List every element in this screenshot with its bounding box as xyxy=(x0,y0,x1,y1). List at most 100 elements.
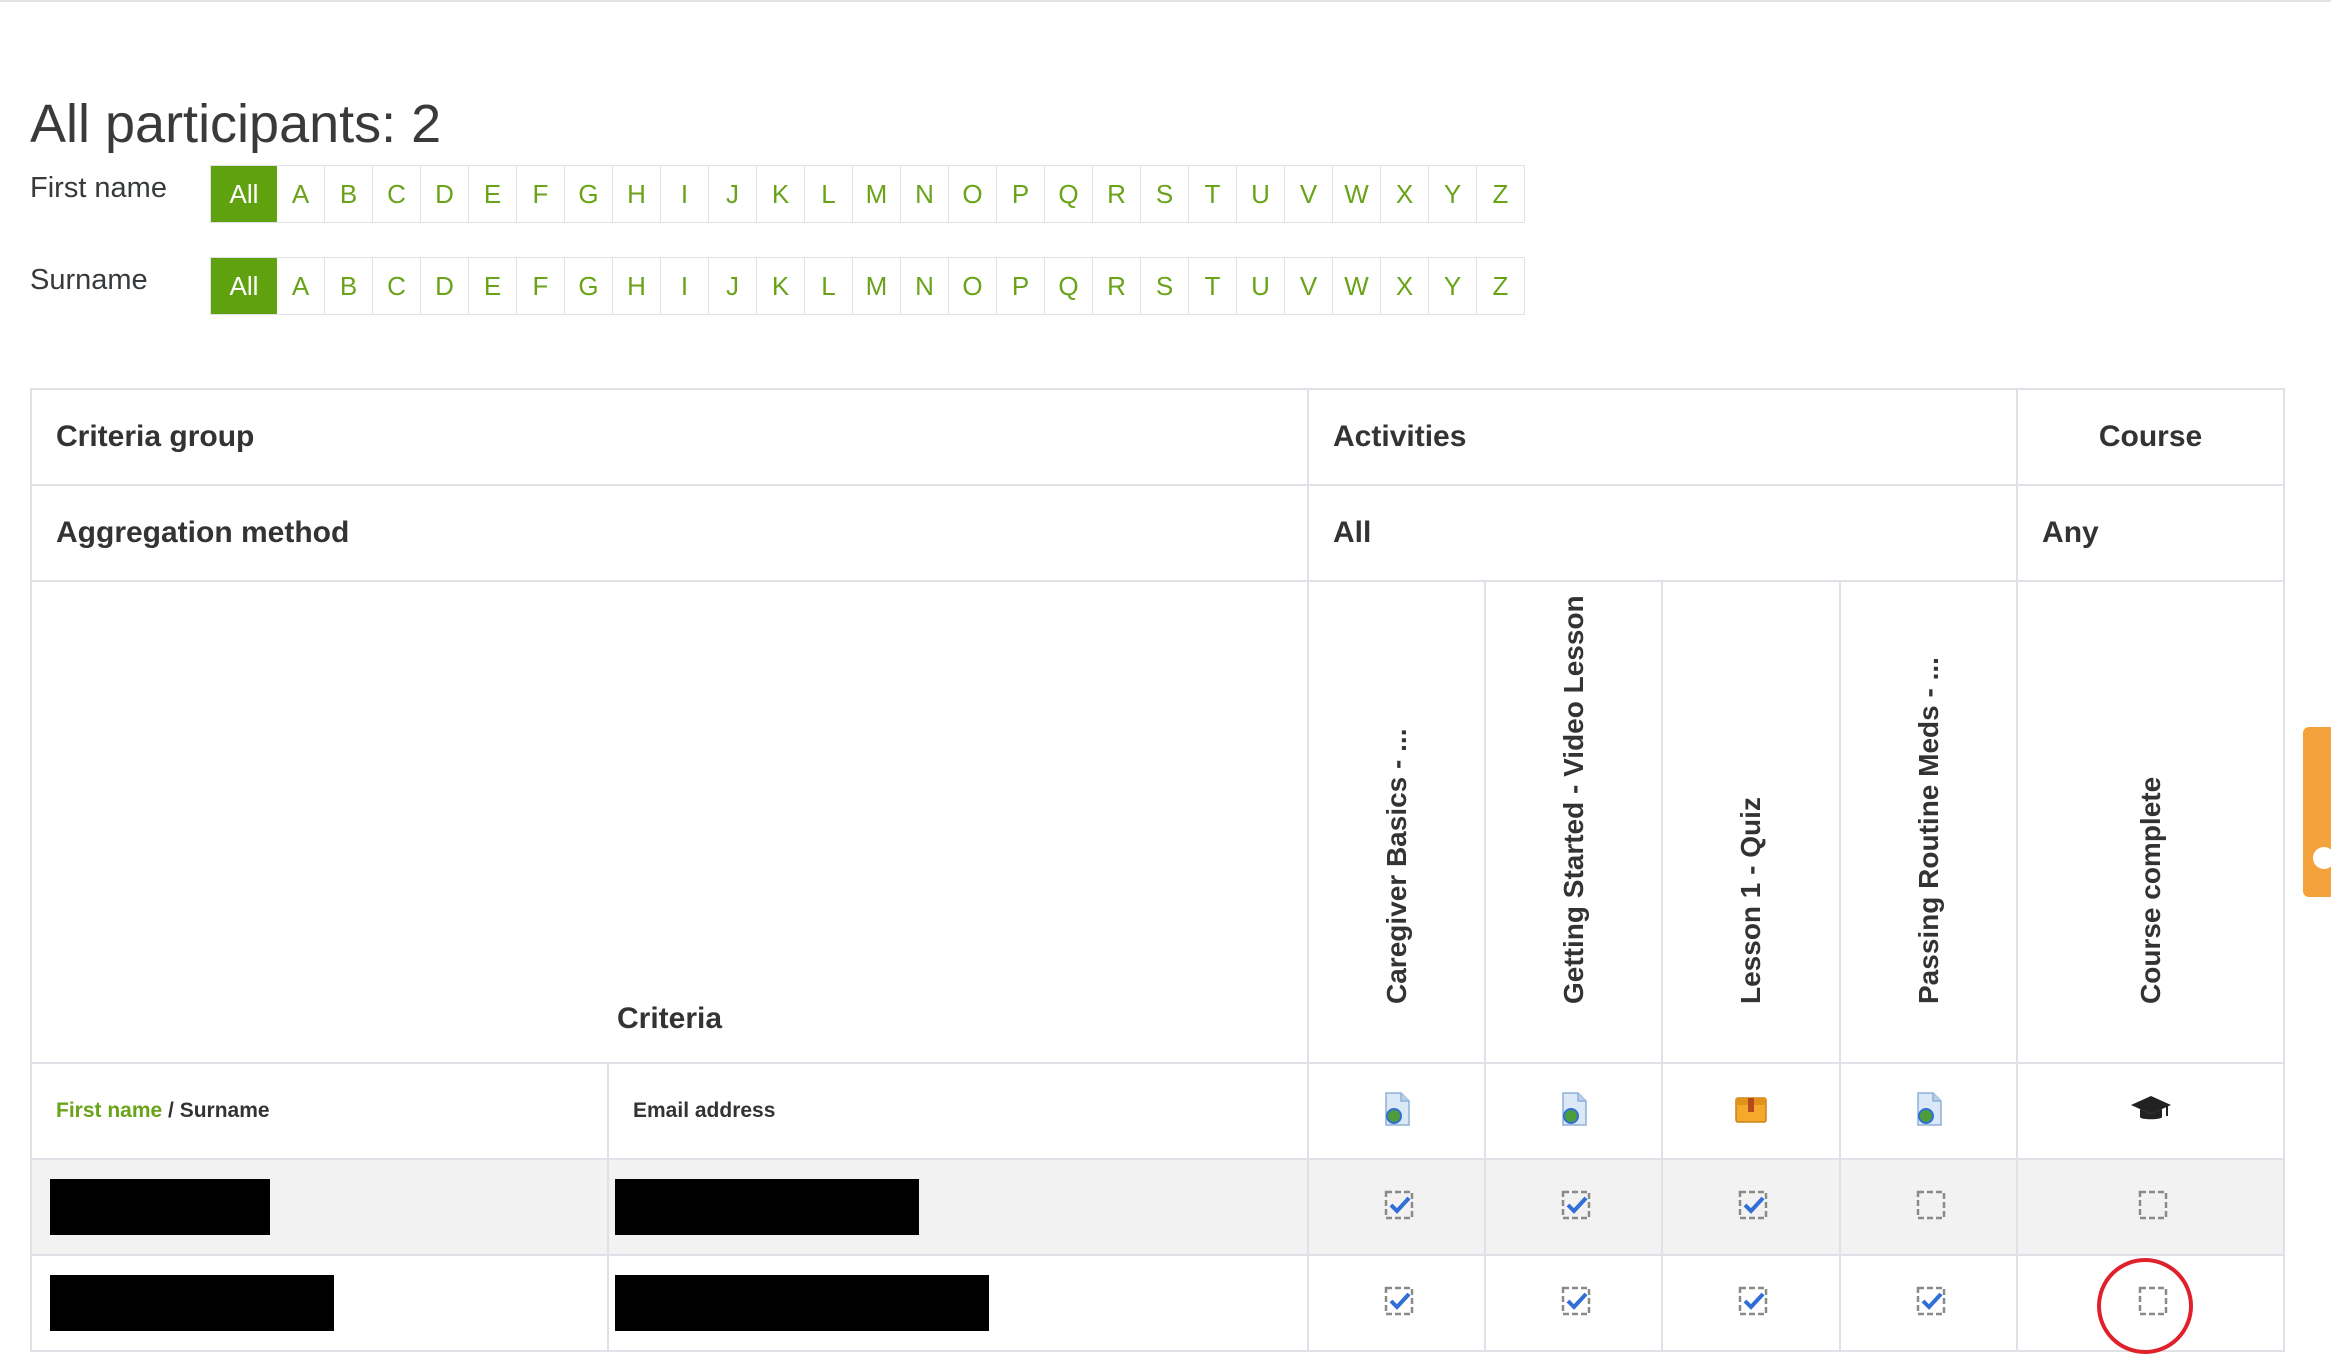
first-name-initial-i[interactable]: I xyxy=(661,166,709,222)
completion-status-cell[interactable] xyxy=(1661,1158,1842,1256)
completion-status-cell[interactable] xyxy=(1839,1158,2019,1256)
first-name-initial-all[interactable]: All xyxy=(211,166,277,222)
first-name-initial-p[interactable]: P xyxy=(997,166,1045,222)
first-name-initial-r[interactable]: R xyxy=(1093,166,1141,222)
first-name-initial-l[interactable]: L xyxy=(805,166,853,222)
criteria-column-passing-routine-meds[interactable]: Passing Routine Meds - ... xyxy=(1839,580,2019,1064)
criteria-column-label: Caregiver Basics - ... xyxy=(1380,728,1412,1004)
criteria-group-header: Criteria group xyxy=(29,388,1310,486)
first-name-initial-f[interactable]: F xyxy=(517,166,565,222)
checked-box-icon xyxy=(1382,1188,1413,1219)
surname-initial-q[interactable]: Q xyxy=(1045,258,1093,314)
activities-group-header: Activities xyxy=(1307,388,2019,486)
completion-status-cell[interactable] xyxy=(1661,1254,1842,1352)
surname-initial-m[interactable]: M xyxy=(853,258,901,314)
first-name-initial-k[interactable]: K xyxy=(757,166,805,222)
surname-initial-n[interactable]: N xyxy=(901,258,949,314)
page-title: All participants: 2 xyxy=(30,94,442,154)
first-name-initial-c[interactable]: C xyxy=(373,166,421,222)
surname-initial-y[interactable]: Y xyxy=(1429,258,1477,314)
first-name-initial-y[interactable]: Y xyxy=(1429,166,1477,222)
sort-first-name-link[interactable]: First name xyxy=(56,1099,162,1122)
first-name-initial-m[interactable]: M xyxy=(853,166,901,222)
first-name-initial-h[interactable]: H xyxy=(613,166,661,222)
first-name-initial-t[interactable]: T xyxy=(1189,166,1237,222)
surname-initial-all[interactable]: All xyxy=(211,258,277,314)
surname-initial-h[interactable]: H xyxy=(613,258,661,314)
first-name-initial-b[interactable]: B xyxy=(325,166,373,222)
surname-initial-c[interactable]: C xyxy=(373,258,421,314)
surname-initial-d[interactable]: D xyxy=(421,258,469,314)
first-name-initial-o[interactable]: O xyxy=(949,166,997,222)
page-icon xyxy=(1561,1091,1587,1126)
sort-surname-link[interactable]: Surname xyxy=(180,1099,270,1122)
first-name-initial-q[interactable]: Q xyxy=(1045,166,1093,222)
surname-initial-k[interactable]: K xyxy=(757,258,805,314)
first-name-initial-w[interactable]: W xyxy=(1333,166,1381,222)
checked-box-icon xyxy=(1914,1284,1945,1315)
surname-initial-p[interactable]: P xyxy=(997,258,1045,314)
completion-status-cell[interactable] xyxy=(1484,1158,1664,1256)
criteria-column-getting-started[interactable]: Getting Started - Video Lesson xyxy=(1484,580,1664,1064)
criteria-column-caregiver-basics[interactable]: Caregiver Basics - ... xyxy=(1307,580,1487,1064)
first-name-initial-e[interactable]: E xyxy=(469,166,517,222)
first-name-initial-j[interactable]: J xyxy=(709,166,757,222)
completion-status-cell[interactable] xyxy=(1307,1158,1487,1256)
page-icon-cell xyxy=(1484,1062,1664,1160)
surname-initial-w[interactable]: W xyxy=(1333,258,1381,314)
first-name-initial-z[interactable]: Z xyxy=(1477,166,1525,222)
completion-status-cell[interactable] xyxy=(1484,1254,1664,1352)
name-separator: / xyxy=(162,1099,180,1122)
redacted-name xyxy=(50,1179,270,1235)
surname-initial-f[interactable]: F xyxy=(517,258,565,314)
table-row xyxy=(30,1158,2286,1256)
surname-initial-l[interactable]: L xyxy=(805,258,853,314)
surname-initial-a[interactable]: A xyxy=(277,258,325,314)
aggregation-activities-value: All xyxy=(1307,484,2019,582)
first-name-initial-v[interactable]: V xyxy=(1285,166,1333,222)
first-name-initial-d[interactable]: D xyxy=(421,166,469,222)
participant-name-cell[interactable] xyxy=(30,1254,609,1352)
page-icon-cell xyxy=(1839,1062,2019,1160)
first-name-initial-a[interactable]: A xyxy=(277,166,325,222)
annotation-circle xyxy=(2097,1258,2193,1354)
completion-status-cell xyxy=(2016,1158,2286,1256)
surname-initials-bar: All A B C D E F G H I J K L M N O P Q R S T U V W X Y Z xyxy=(210,257,1525,315)
first-name-initial-s[interactable]: S xyxy=(1141,166,1189,222)
surname-initial-v[interactable]: V xyxy=(1285,258,1333,314)
surname-initial-z[interactable]: Z xyxy=(1477,258,1525,314)
surname-initial-r[interactable]: R xyxy=(1093,258,1141,314)
surname-initial-i[interactable]: I xyxy=(661,258,709,314)
participant-email-cell xyxy=(606,1254,1310,1352)
criteria-column-label: Course complete xyxy=(2134,776,2166,1004)
email-column-header: Email address xyxy=(606,1062,1310,1160)
unchecked-box-icon xyxy=(1914,1188,1945,1219)
first-name-initial-n[interactable]: N xyxy=(901,166,949,222)
surname-initial-x[interactable]: X xyxy=(1381,258,1429,314)
first-name-initial-u[interactable]: U xyxy=(1237,166,1285,222)
surname-initial-g[interactable]: G xyxy=(565,258,613,314)
name-column-header: First name / Surname xyxy=(30,1062,609,1160)
participant-name-cell[interactable] xyxy=(30,1158,609,1256)
quiz-box-icon xyxy=(1735,1096,1767,1123)
surname-initial-u[interactable]: U xyxy=(1237,258,1285,314)
surname-initial-j[interactable]: J xyxy=(709,258,757,314)
first-name-initial-x[interactable]: X xyxy=(1381,166,1429,222)
criteria-column-lesson-1-quiz[interactable]: Lesson 1 - Quiz xyxy=(1661,580,1842,1064)
surname-initial-e[interactable]: E xyxy=(469,258,517,314)
criteria-header: Criteria xyxy=(29,580,1310,1064)
surname-initial-b[interactable]: B xyxy=(325,258,373,314)
completion-status-cell[interactable] xyxy=(1839,1254,2019,1352)
course-group-header: Course xyxy=(2016,388,2286,486)
criteria-column-course-complete: Course complete xyxy=(2016,580,2286,1064)
side-feedback-tab[interactable] xyxy=(2303,727,2331,897)
surname-initial-t[interactable]: T xyxy=(1189,258,1237,314)
redacted-email xyxy=(615,1179,919,1235)
completion-status-cell[interactable] xyxy=(1307,1254,1487,1352)
surname-initial-s[interactable]: S xyxy=(1141,258,1189,314)
surname-initial-o[interactable]: O xyxy=(949,258,997,314)
aggregation-course-value: Any xyxy=(2016,484,2286,582)
completion-report-table: Criteria group Activities Course Aggrega… xyxy=(29,388,2286,1352)
aggregation-method-header: Aggregation method xyxy=(29,484,1310,582)
first-name-initial-g[interactable]: G xyxy=(565,166,613,222)
